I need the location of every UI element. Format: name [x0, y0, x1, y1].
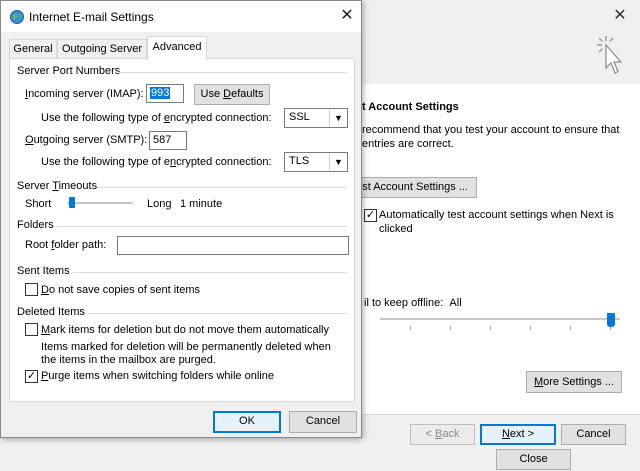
internet-email-settings-dialog: Internet E-mail Settings ✕ General Outgo…: [0, 0, 362, 438]
use-defaults-button[interactable]: Use Defaults: [194, 84, 270, 105]
timeout-long-label: Long: [147, 198, 172, 210]
wizard-cancel-button[interactable]: Cancel: [561, 424, 626, 445]
group-divider: [97, 187, 347, 188]
incoming-encryption-select[interactable]: SSL ▼: [284, 108, 348, 128]
offline-label-text: il to keep offline:: [364, 297, 444, 309]
slider-tick: [570, 326, 571, 330]
chevron-down-icon: ▼: [329, 109, 347, 127]
offline-value: All: [449, 297, 462, 309]
outgoing-encryption-value: TLS: [289, 155, 310, 167]
root-folder-input[interactable]: [117, 236, 349, 255]
server-timeouts-group-label: Server Timeouts: [17, 180, 98, 192]
group-divider: [87, 313, 347, 314]
close-icon[interactable]: ✕: [337, 6, 357, 26]
timeout-slider-thumb[interactable]: [69, 197, 75, 208]
root-folder-label: Root folder path:: [25, 239, 107, 251]
outgoing-encryption-label: Use the following type of encrypted conn…: [41, 156, 272, 168]
outgoing-encryption-select[interactable]: TLS ▼: [284, 152, 348, 172]
wizard-heading: t Account Settings: [362, 101, 459, 113]
next-button[interactable]: Next >: [480, 424, 556, 445]
dialog-title: Internet E-mail Settings: [29, 10, 154, 24]
globe-icon: [10, 10, 24, 24]
dont-save-sent-label: Do not save copies of sent items: [41, 284, 200, 296]
tab-outgoing-server[interactable]: Outgoing Server: [57, 39, 147, 59]
group-divider: [119, 72, 347, 73]
slider-tick: [490, 326, 491, 330]
offline-mail-label: il to keep offline: All: [364, 297, 462, 309]
incoming-server-label: Incoming server (IMAP):: [25, 88, 144, 100]
sent-items-group-label: Sent Items: [17, 265, 70, 277]
click-cursor-icon: [597, 36, 623, 74]
outgoing-server-label: Outgoing server (SMTP):: [25, 134, 148, 146]
group-divider: [57, 226, 347, 227]
tab-advanced[interactable]: Advanced: [147, 36, 207, 60]
folders-group-label: Folders: [17, 219, 54, 231]
mark-for-deletion-label: Mark items for deletion but do not move …: [41, 324, 329, 336]
offline-slider-thumb[interactable]: [607, 313, 615, 327]
chevron-down-icon: ▼: [329, 153, 347, 171]
timeout-slider-track[interactable]: [67, 202, 133, 204]
purge-items-label: Purge items when switching folders while…: [41, 370, 274, 382]
timeout-value: 1 minute: [180, 198, 223, 210]
outgoing-port-input[interactable]: 587: [149, 131, 187, 150]
more-settings-button[interactable]: More Settings ...: [526, 371, 622, 393]
group-divider: [73, 272, 347, 273]
auto-test-checkbox[interactable]: ✓: [364, 209, 377, 222]
wizard-close-button[interactable]: Close: [496, 449, 571, 470]
timeout-short-label: Short: [25, 198, 52, 210]
ok-button[interactable]: OK: [213, 411, 281, 433]
incoming-encryption-label: Use the following type of encrypted conn…: [41, 112, 272, 124]
test-account-settings-button[interactable]: est Account Settings ...: [352, 177, 477, 198]
wizard-description: recommend that you test your account to …: [362, 124, 620, 150]
offline-slider-track[interactable]: [380, 318, 620, 320]
footer-divider: [362, 414, 640, 415]
incoming-port-value: 993: [150, 87, 171, 99]
incoming-encryption-value: SSL: [289, 111, 310, 123]
purge-items-checkbox[interactable]: ✓: [25, 370, 38, 383]
incoming-port-input[interactable]: 993: [146, 84, 184, 103]
slider-tick: [410, 326, 411, 330]
deleted-items-group-label: Deleted Items: [17, 306, 85, 318]
dont-save-sent-checkbox[interactable]: [25, 283, 38, 296]
close-icon[interactable]: ✕: [610, 6, 630, 26]
slider-tick: [530, 326, 531, 330]
dialog-titlebar: Internet E-mail Settings ✕: [1, 1, 361, 32]
back-button[interactable]: < Back: [410, 424, 475, 445]
server-ports-group-label: Server Port Numbers: [17, 65, 121, 77]
deletion-note: Items marked for deletion will be perman…: [41, 341, 331, 366]
cancel-button[interactable]: Cancel: [289, 411, 357, 433]
tab-general[interactable]: General: [9, 39, 57, 59]
mark-for-deletion-checkbox[interactable]: [25, 323, 38, 336]
auto-test-label: Automatically test account settings when…: [379, 209, 614, 235]
slider-tick: [450, 326, 451, 330]
